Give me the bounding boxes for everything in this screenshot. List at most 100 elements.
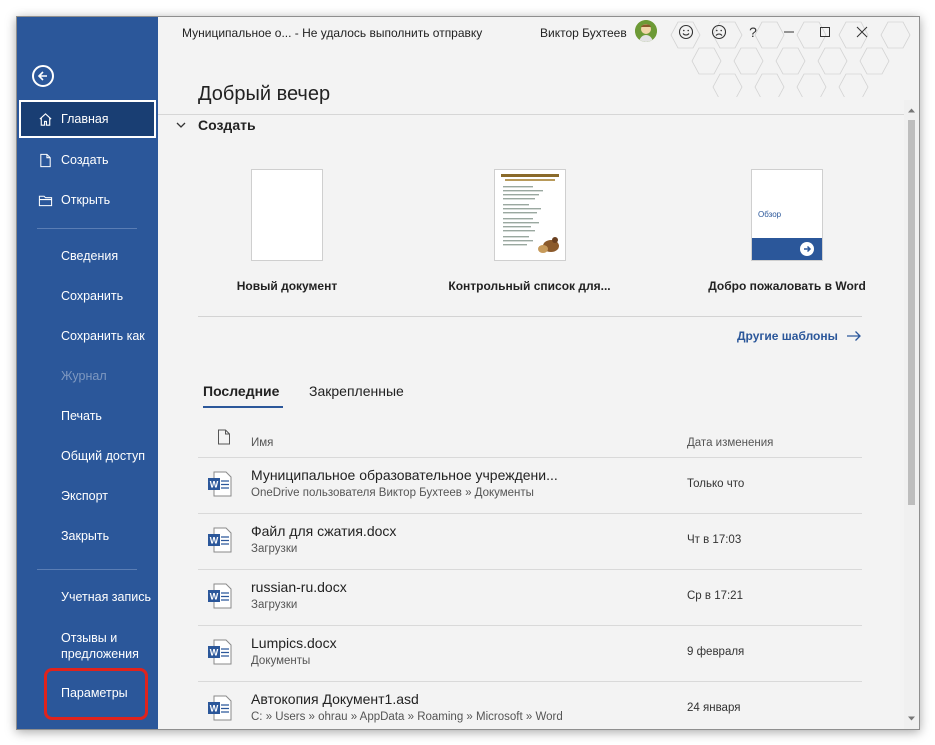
sidebar-item-label: Закрыть bbox=[61, 529, 110, 543]
sidebar-item-feedback[interactable]: Отзывы и предложения bbox=[61, 630, 139, 662]
smile-icon[interactable] bbox=[677, 23, 695, 41]
sidebar-item-share[interactable]: Общий доступ bbox=[17, 437, 158, 475]
new-doc-icon bbox=[37, 152, 53, 168]
chevron-down-icon bbox=[176, 122, 186, 128]
more-templates-link[interactable]: Другие шаблоны bbox=[737, 329, 862, 343]
section-divider bbox=[198, 316, 862, 317]
sidebar-item-label: Главная bbox=[61, 112, 109, 126]
options-highlight-annotation bbox=[44, 668, 148, 720]
file-date: Только что bbox=[687, 478, 745, 490]
table-row[interactable]: W russian-ru.docx Загрузки Ср в 17:21 bbox=[198, 569, 862, 625]
arrow-right-icon bbox=[846, 331, 861, 341]
sidebar-item-info[interactable]: Сведения bbox=[17, 237, 158, 275]
sidebar-item-label: Отзывы и bbox=[61, 631, 118, 645]
frown-icon[interactable] bbox=[710, 23, 728, 41]
backstage-sidebar: Главная Создать Открыть Сведения Сохрани… bbox=[17, 17, 158, 729]
more-templates-label: Другие шаблоны bbox=[737, 329, 838, 343]
header-divider bbox=[158, 114, 919, 115]
sidebar-item-label: Сведения bbox=[61, 249, 119, 263]
sidebar-item-label: Журнал bbox=[61, 369, 107, 383]
document-title: Муниципальное о... - Не удалось выполнит… bbox=[182, 26, 483, 40]
sidebar-item-account[interactable]: Учетная запись bbox=[17, 578, 158, 616]
svg-text:W: W bbox=[210, 704, 219, 714]
file-path: Документы bbox=[251, 655, 311, 667]
file-path: C: » Users » ohrau » AppData » Roaming »… bbox=[251, 711, 563, 723]
tab-recent[interactable]: Последние bbox=[203, 383, 279, 399]
template-blank[interactable]: Новый документ bbox=[222, 169, 352, 293]
file-icon bbox=[218, 429, 230, 445]
file-name: russian-ru.docx bbox=[251, 579, 347, 595]
sidebar-item-new[interactable]: Создать bbox=[17, 141, 158, 179]
file-name: Автокопия Документ1.asd bbox=[251, 691, 419, 707]
scroll-down-icon[interactable] bbox=[907, 714, 916, 723]
sidebar-item-save-as[interactable]: Сохранить как bbox=[17, 317, 158, 355]
minimize-icon[interactable] bbox=[780, 23, 798, 41]
sidebar-divider bbox=[37, 569, 137, 570]
table-row[interactable]: W Lumpics.docx Документы 9 февраля bbox=[198, 625, 862, 681]
page-title: Добрый вечер bbox=[198, 83, 331, 105]
table-row[interactable]: W Автокопия Документ1.asd C: » Users » o… bbox=[198, 681, 862, 729]
template-thumbnail bbox=[493, 169, 566, 261]
close-icon[interactable] bbox=[853, 23, 871, 41]
sidebar-item-label: Сохранить как bbox=[61, 329, 145, 343]
active-tab-indicator bbox=[203, 406, 283, 408]
template-label: Контрольный список для... bbox=[448, 279, 611, 293]
template-thumbnail: Обзор bbox=[751, 169, 823, 261]
word-doc-icon: W bbox=[208, 695, 232, 721]
svg-text:W: W bbox=[210, 592, 219, 602]
file-name: Файл для сжатия.docx bbox=[251, 523, 397, 539]
user-name[interactable]: Виктор Бухтеев bbox=[540, 26, 627, 40]
sidebar-item-export[interactable]: Экспорт bbox=[17, 477, 158, 515]
template-checklist[interactable]: Контрольный список для... bbox=[437, 169, 622, 293]
table-row[interactable]: W Муниципальное образовательное учрежден… bbox=[198, 457, 862, 513]
arrow-circle-icon bbox=[800, 242, 814, 256]
svg-text:W: W bbox=[210, 648, 219, 658]
help-icon[interactable]: ? bbox=[744, 23, 762, 41]
file-path: OneDrive пользователя Виктор Бухтеев » Д… bbox=[251, 487, 534, 499]
file-path: Загрузки bbox=[251, 599, 298, 611]
svg-text:W: W bbox=[210, 480, 219, 490]
template-thumbnail bbox=[251, 169, 323, 261]
maximize-icon[interactable] bbox=[816, 23, 834, 41]
tab-pinned[interactable]: Закрепленные bbox=[309, 383, 404, 399]
create-header-label: Создать bbox=[198, 117, 256, 133]
vertical-scrollbar[interactable] bbox=[904, 100, 919, 729]
word-doc-icon: W bbox=[208, 639, 232, 665]
file-path: Загрузки bbox=[251, 543, 298, 555]
column-date[interactable]: Дата изменения bbox=[687, 437, 773, 449]
scroll-up-icon[interactable] bbox=[907, 106, 916, 115]
sidebar-item-label: Учетная запись bbox=[61, 590, 152, 604]
sidebar-item-open[interactable]: Открыть bbox=[17, 181, 158, 219]
sidebar-item-print[interactable]: Печать bbox=[17, 397, 158, 435]
sidebar-item-label: Печать bbox=[61, 409, 102, 423]
avatar[interactable] bbox=[635, 20, 657, 42]
word-doc-icon: W bbox=[208, 583, 232, 609]
scrollbar-thumb[interactable] bbox=[908, 120, 915, 505]
svg-text:W: W bbox=[210, 536, 219, 546]
back-arrow-icon[interactable] bbox=[32, 65, 54, 87]
file-date: Ср в 17:21 bbox=[687, 590, 743, 602]
file-date: 24 января bbox=[687, 702, 741, 714]
template-label: Новый документ bbox=[236, 279, 338, 293]
home-icon bbox=[37, 111, 53, 127]
sidebar-item-label: Открыть bbox=[61, 193, 111, 207]
file-name: Lumpics.docx bbox=[251, 635, 337, 651]
sidebar-item-close[interactable]: Закрыть bbox=[17, 517, 158, 555]
word-doc-icon: W bbox=[208, 471, 232, 497]
sidebar-item-label: Создать bbox=[61, 153, 109, 167]
create-section-header[interactable]: Создать bbox=[176, 117, 256, 133]
sidebar-item-save[interactable]: Сохранить bbox=[17, 277, 158, 315]
column-name[interactable]: Имя bbox=[251, 437, 273, 449]
template-welcome[interactable]: Обзор Добро пожаловать в Word bbox=[687, 169, 887, 293]
sidebar-item-home[interactable]: Главная bbox=[19, 100, 156, 138]
table-row[interactable]: W Файл для сжатия.docx Загрузки Чт в 17:… bbox=[198, 513, 862, 569]
file-date: 9 февраля bbox=[687, 646, 745, 658]
sidebar-item-label: Общий доступ bbox=[61, 449, 145, 463]
thumb-caption: Обзор bbox=[758, 210, 782, 219]
sidebar-item-label: Экспорт bbox=[61, 489, 108, 503]
file-date: Чт в 17:03 bbox=[687, 534, 742, 546]
sidebar-divider bbox=[37, 228, 137, 229]
word-doc-icon: W bbox=[208, 527, 232, 553]
sidebar-item-history: Журнал bbox=[17, 357, 158, 395]
sidebar-item-label: предложения bbox=[61, 647, 139, 661]
